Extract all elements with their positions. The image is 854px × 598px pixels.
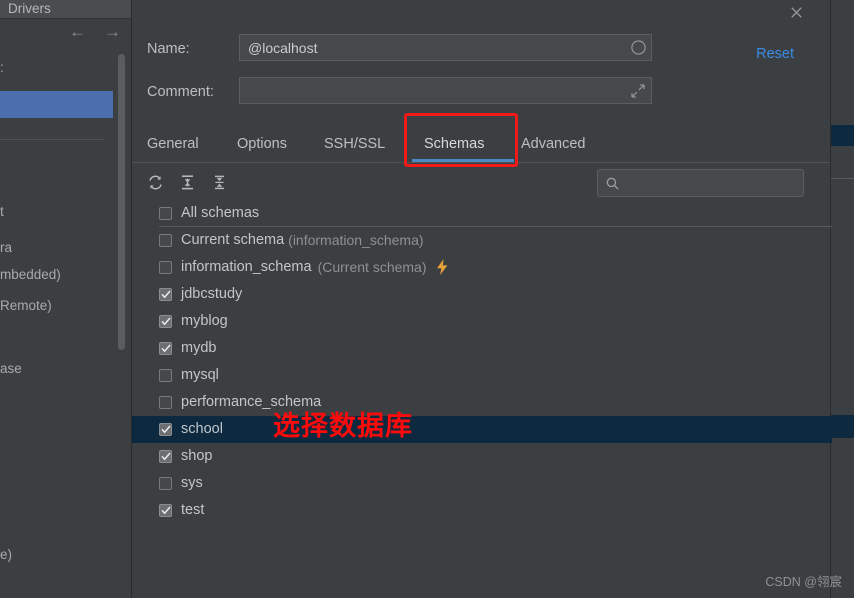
watermark: CSDN @翎宸 <box>765 575 842 589</box>
data-source-dialog: Name: @localhost Reset Comment: General … <box>131 0 832 598</box>
collapse-all-icon[interactable] <box>208 171 230 193</box>
schema-subtext: (information_schema) <box>288 232 424 249</box>
checkbox-checked-icon[interactable] <box>159 449 172 463</box>
checkbox-unchecked-icon[interactable] <box>159 368 172 382</box>
checkbox-checked-icon[interactable] <box>159 503 172 517</box>
schema-name: All schemas <box>181 205 260 222</box>
schema-name: jdbcstudy <box>181 286 243 303</box>
screenshot-root: Drivers ← → : t ra mbedded) Remote) ase … <box>0 0 854 598</box>
background-divider <box>0 139 104 140</box>
list-item[interactable]: ase <box>0 360 22 377</box>
dialog-tabbar: General Options SSH/SSL Schemas Advanced <box>132 127 830 162</box>
tab-ssh-ssl[interactable]: SSH/SSL <box>324 127 385 162</box>
schema-name: Current schema <box>181 232 285 249</box>
schema-name: sys <box>181 475 203 492</box>
checkbox-unchecked-icon[interactable] <box>159 260 172 274</box>
schema-name: mydb <box>181 340 217 357</box>
search-icon <box>606 177 619 190</box>
tab-schemas[interactable]: Schemas <box>424 127 484 162</box>
name-input[interactable]: @localhost <box>239 34 652 61</box>
comment-input[interactable] <box>239 77 652 104</box>
close-icon[interactable] <box>787 3 805 21</box>
schema-row-sys[interactable]: sys <box>132 470 832 497</box>
schema-row-information-schema[interactable]: information_schema (Current schema) <box>132 254 832 281</box>
background-left-panel: Drivers ← → : t ra mbedded) Remote) ase … <box>0 0 131 598</box>
background-selected-driver[interactable] <box>0 91 113 118</box>
checkbox-unchecked-icon[interactable] <box>159 206 172 220</box>
background-tree-selected-row[interactable] <box>830 415 854 438</box>
chinese-annotation: 选择数据库 <box>273 411 413 442</box>
list-item[interactable]: ra <box>0 239 12 256</box>
expand-all-icon[interactable] <box>176 171 198 193</box>
tab-general[interactable]: General <box>147 127 199 162</box>
schema-name: test <box>181 502 205 519</box>
schema-row-test[interactable]: test <box>132 497 832 524</box>
expand-diagonal-icon[interactable] <box>625 78 651 103</box>
background-divider <box>830 178 854 179</box>
checkbox-checked-icon[interactable] <box>159 341 172 355</box>
background-left-fragment: : <box>0 60 4 75</box>
checkbox-checked-icon[interactable] <box>159 422 172 436</box>
schema-toolbar <box>132 163 830 200</box>
schema-subtext: (Current schema) <box>317 259 427 276</box>
schema-name: school <box>181 421 223 438</box>
background-tree-selected-row[interactable] <box>830 125 854 146</box>
arrow-right-icon[interactable]: → <box>104 23 121 40</box>
schema-row-myblog[interactable]: myblog <box>132 308 832 335</box>
schema-row-all-schemas[interactable]: All schemas <box>132 200 832 227</box>
reset-button[interactable]: Reset <box>756 46 794 62</box>
checkbox-unchecked-icon[interactable] <box>159 395 172 409</box>
comment-row: Comment: <box>132 77 830 107</box>
circle-icon[interactable] <box>625 35 651 60</box>
name-label: Name: <box>147 41 190 57</box>
lightning-bolt-icon <box>436 259 449 276</box>
schema-name: myblog <box>181 313 228 330</box>
list-item[interactable]: e) <box>0 546 12 563</box>
search-input[interactable] <box>597 169 804 197</box>
schema-row-performance-schema[interactable]: performance_schema <box>132 389 832 416</box>
background-scrollbar[interactable] <box>118 54 125 350</box>
schema-row-shop[interactable]: shop <box>132 443 832 470</box>
schema-row-school[interactable]: school <box>132 416 832 443</box>
checkbox-unchecked-icon[interactable] <box>159 233 172 247</box>
arrow-left-icon[interactable]: ← <box>69 23 86 40</box>
checkbox-checked-icon[interactable] <box>159 314 172 328</box>
schema-name: information_schema <box>181 259 312 276</box>
schema-name: shop <box>181 448 213 465</box>
schema-list: All schemas Current schema (information_… <box>132 200 832 598</box>
navigation-arrows: ← → <box>69 18 121 44</box>
tab-options[interactable]: Options <box>237 127 287 162</box>
schema-row-mydb[interactable]: mydb <box>132 335 832 362</box>
checkbox-unchecked-icon[interactable] <box>159 476 172 490</box>
refresh-icon[interactable] <box>144 171 166 193</box>
list-item[interactable]: t <box>0 203 4 220</box>
checkbox-checked-icon[interactable] <box>159 287 172 301</box>
schema-row-mysql[interactable]: mysql <box>132 362 832 389</box>
comment-label: Comment: <box>147 84 214 100</box>
name-row: Name: @localhost Reset <box>132 34 830 64</box>
schema-row-jdbcstudy[interactable]: jdbcstudy <box>132 281 832 308</box>
drivers-header: Drivers <box>0 0 131 18</box>
list-item[interactable]: Remote) <box>0 297 52 314</box>
tab-advanced[interactable]: Advanced <box>521 127 586 162</box>
name-input-value: @localhost <box>248 39 318 56</box>
schema-row-current-schema[interactable]: Current schema (information_schema) <box>132 227 832 254</box>
schema-name: mysql <box>181 367 219 384</box>
list-item[interactable]: mbedded) <box>0 266 61 283</box>
